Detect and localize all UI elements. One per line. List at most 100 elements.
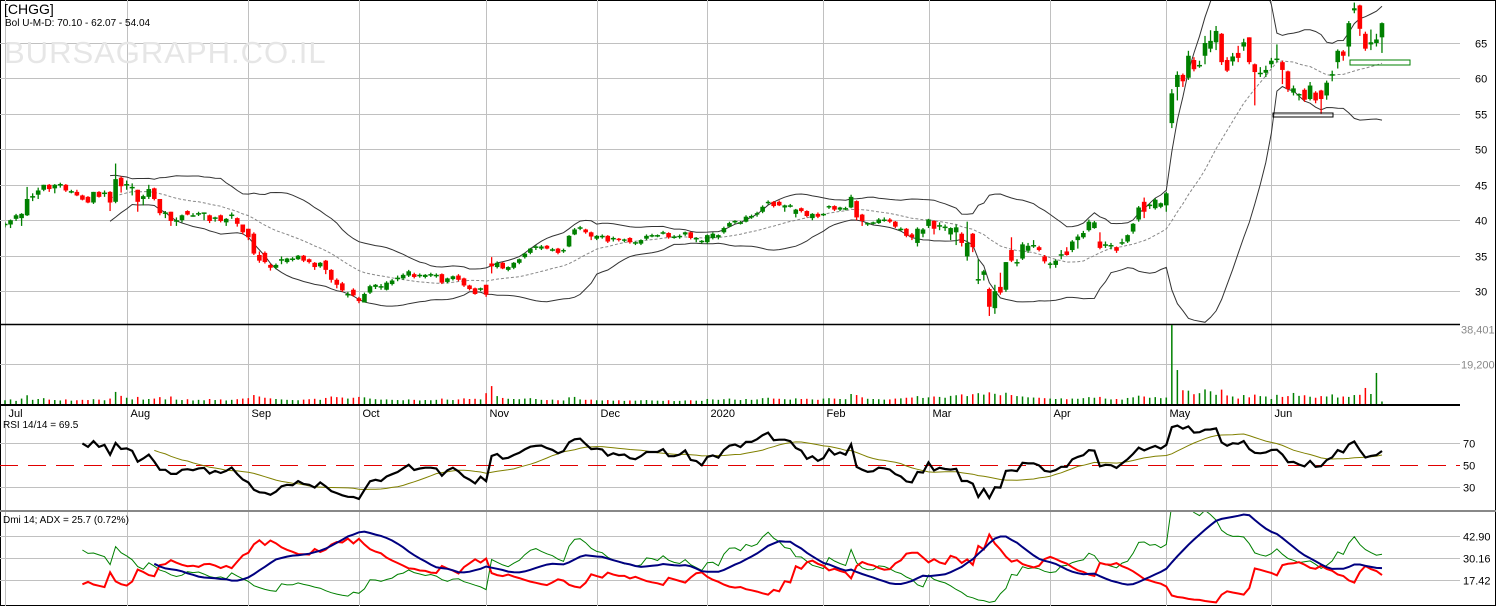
candle-body xyxy=(920,229,926,234)
candle-body xyxy=(1352,8,1357,11)
candle-body xyxy=(528,248,533,253)
candle-body xyxy=(981,271,987,275)
candle-body xyxy=(1164,193,1169,206)
candle-body xyxy=(804,211,810,216)
candle-body xyxy=(1302,89,1307,100)
candle-body xyxy=(323,260,329,270)
candle-body xyxy=(760,206,765,212)
candle-body xyxy=(1291,88,1296,93)
candle-body xyxy=(616,238,622,241)
candle-body xyxy=(799,208,804,212)
candle-body xyxy=(207,215,212,221)
candle xyxy=(85,196,91,204)
candle-body xyxy=(716,235,721,238)
candle-body xyxy=(312,262,317,268)
candle-body xyxy=(998,286,1003,293)
candle xyxy=(262,251,268,264)
candle-body xyxy=(74,191,80,196)
candle-body xyxy=(1169,93,1175,124)
candle-body xyxy=(1269,60,1274,65)
candle-body xyxy=(539,246,544,249)
candle-body xyxy=(705,235,710,243)
candle-body xyxy=(1357,5,1363,29)
month-label-sep: Sep xyxy=(252,408,272,420)
candle-body xyxy=(622,239,627,241)
month-label-2020: 2020 xyxy=(711,408,735,420)
candle-body xyxy=(262,252,268,263)
candle-body xyxy=(721,228,727,233)
candle xyxy=(1246,37,1252,65)
candle-body xyxy=(1152,199,1158,209)
candle-body xyxy=(876,219,882,224)
candle-body xyxy=(1340,51,1346,56)
candle-body xyxy=(854,201,859,218)
candle-body xyxy=(306,259,312,263)
candle-body xyxy=(771,201,776,207)
candle-body xyxy=(1335,50,1341,63)
candle-body xyxy=(1252,64,1258,73)
candle-body xyxy=(328,269,334,280)
candle-body xyxy=(41,184,47,190)
candle-body xyxy=(1047,263,1053,265)
candle xyxy=(500,262,505,270)
candle-body xyxy=(511,262,517,268)
month-label-feb: Feb xyxy=(827,408,846,420)
candle xyxy=(854,200,859,221)
candle-body xyxy=(1208,40,1213,49)
candle-body xyxy=(35,190,41,195)
candle-body xyxy=(1180,74,1186,82)
candle-body xyxy=(1069,241,1075,251)
candle xyxy=(1003,262,1009,292)
candle-body xyxy=(1202,43,1208,56)
candle-body xyxy=(848,196,854,208)
price-tick-label: 35 xyxy=(1475,252,1487,264)
candle-body xyxy=(815,213,821,217)
candle xyxy=(1169,89,1175,129)
candle-body xyxy=(373,284,378,287)
candle-body xyxy=(1246,37,1252,63)
candle-body xyxy=(505,267,511,270)
candle-body xyxy=(223,218,229,223)
candle-body xyxy=(472,288,478,294)
month-label-may: May xyxy=(1170,408,1191,420)
candle xyxy=(80,194,85,201)
candle xyxy=(1136,206,1141,222)
candle-body xyxy=(1036,247,1042,251)
rsi-tick-label: 30 xyxy=(1463,483,1475,495)
candle xyxy=(1219,33,1224,65)
candle-body xyxy=(572,229,577,235)
candle-body xyxy=(295,255,301,260)
candle-body xyxy=(959,233,964,243)
candle-body xyxy=(727,223,732,227)
candle-body xyxy=(467,285,472,290)
candle-body xyxy=(85,196,91,203)
candle-body xyxy=(566,235,572,247)
candle-body xyxy=(140,196,146,199)
candle-body xyxy=(456,275,461,280)
price-tick-label: 45 xyxy=(1475,181,1487,193)
candle xyxy=(1285,70,1291,92)
candle-body xyxy=(638,240,644,244)
candle-body xyxy=(964,242,970,257)
candle-body xyxy=(450,276,456,280)
candle-body xyxy=(605,235,611,242)
candle-body xyxy=(1175,74,1180,87)
candle-body xyxy=(1092,222,1097,229)
candle-body xyxy=(1025,245,1031,251)
candle-body xyxy=(1042,256,1047,262)
candle-body xyxy=(317,262,323,267)
candle-body xyxy=(489,263,494,267)
dmi-axis: 42.90 30.16 17.42 xyxy=(1463,532,1491,588)
candle-body xyxy=(268,264,273,268)
candle-body xyxy=(904,228,909,236)
candle xyxy=(185,210,190,216)
price-tick-label: 50 xyxy=(1475,145,1487,157)
candle-body xyxy=(688,232,694,238)
candle-body xyxy=(987,289,992,307)
candle-body xyxy=(461,278,467,286)
candle-body xyxy=(1075,236,1081,241)
month-label-jul: Jul xyxy=(9,408,23,420)
month-label-nov: Nov xyxy=(490,408,510,420)
candle-body xyxy=(8,220,13,225)
candle xyxy=(1363,31,1368,51)
